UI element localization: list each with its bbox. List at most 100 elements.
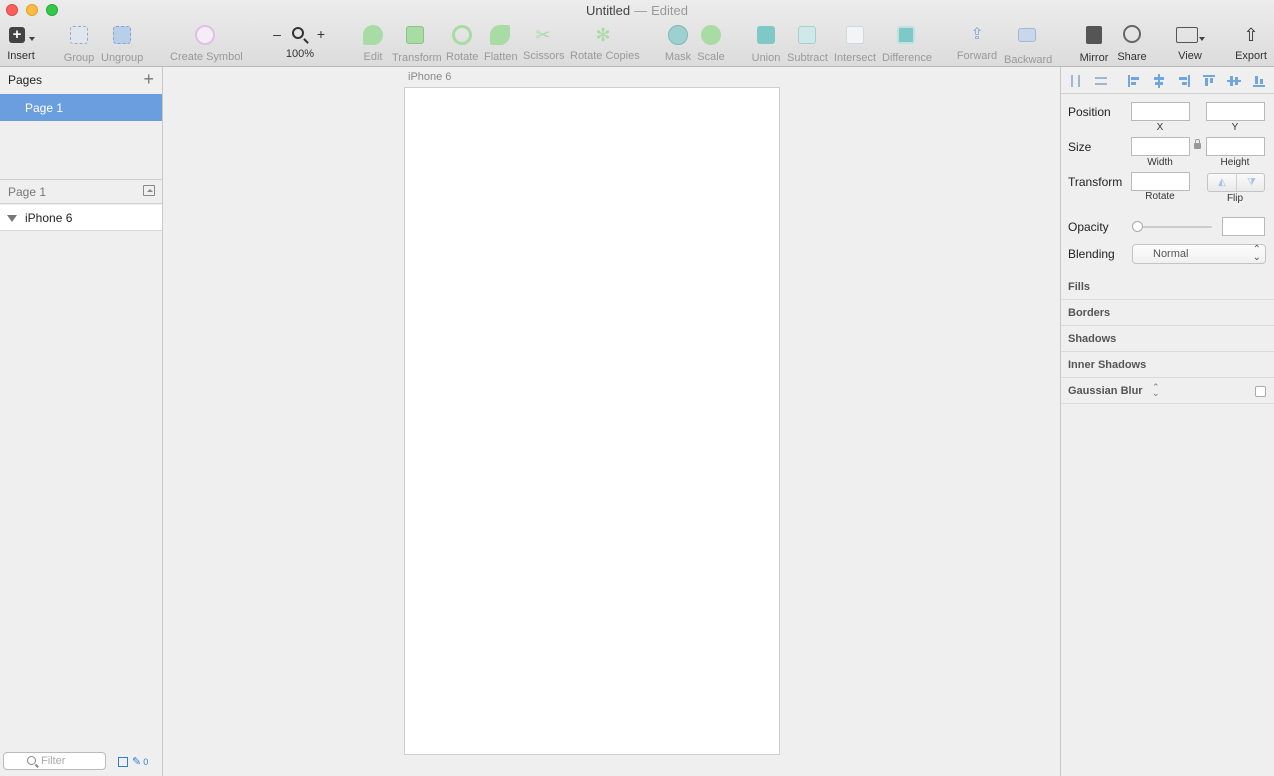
mirror-label: Mirror [1079,52,1109,64]
artboard-title[interactable]: iPhone 6 [408,71,451,83]
blending-select[interactable]: Normal ⌃ ⌄ [1132,244,1266,264]
difference-button[interactable]: Difference [882,24,932,64]
pen-filter-icon[interactable]: ✎ [132,755,141,768]
insert-button[interactable]: + Insert [7,24,35,62]
y-label: Y [1231,122,1239,133]
disclosure-triangle-icon[interactable] [7,215,17,222]
lock-icon[interactable] [1194,139,1201,149]
rotate-icon [446,25,478,47]
opacity-input[interactable] [1222,217,1265,236]
backward-button[interactable]: Backward [1004,24,1053,66]
create-symbol-button[interactable]: Create Symbol [170,24,243,63]
intersect-button[interactable]: Intersect [833,24,877,64]
export-button[interactable]: ⇧ Export [1234,24,1268,62]
align-bottom-icon[interactable] [1252,74,1266,88]
layers-sidebar: Pages + Page 1 Page 1 iPhone 6 Filter ✎ 0 [0,67,163,776]
export-label: Export [1235,50,1267,62]
align-top-icon[interactable] [1202,74,1216,88]
view-button[interactable]: View [1172,24,1208,62]
flip-horizontal-icon[interactable]: ◭ [1208,174,1237,191]
union-icon [751,26,781,48]
zoom-out-button[interactable]: – [272,26,282,42]
symbols-filter-icon[interactable] [118,757,128,768]
rotate-copies-button[interactable]: ✻ Rotate Copies [570,24,640,62]
backward-icon [1004,28,1050,50]
shadows-title: Shadows [1068,333,1117,345]
align-middle-vertical-icon[interactable] [1227,74,1241,88]
layer-item-label: iPhone 6 [25,211,73,225]
align-right-icon[interactable] [1177,74,1191,88]
mask-button[interactable]: Mask [664,24,692,63]
edit-label: Edit [363,51,383,63]
artboard[interactable] [404,87,780,755]
width-input[interactable] [1131,137,1190,156]
height-input[interactable] [1206,137,1265,156]
scissors-button[interactable]: ✂ Scissors [523,24,565,62]
gaussian-blur-section[interactable]: Gaussian Blur ⌃ ⌄ [1061,378,1274,404]
filter-input[interactable]: Filter [3,752,106,770]
zoom-in-icon: + [316,26,326,42]
document-name: Untitled [586,3,631,18]
position-label: Position [1068,105,1111,119]
layers-header: Page 1 [0,179,162,204]
mask-label: Mask [664,51,692,63]
borders-section[interactable]: Borders [1061,300,1274,326]
blur-type-arrows-icon[interactable]: ⌃ ⌄ [1152,383,1160,398]
pages-list [0,121,162,179]
intersect-label: Intersect [833,52,877,64]
filter-placeholder: Filter [41,755,66,767]
rotate-button[interactable]: Rotate [446,24,478,63]
shadows-section[interactable]: Shadows [1061,326,1274,352]
borders-title: Borders [1068,307,1111,319]
x-input[interactable] [1131,102,1190,121]
create-symbol-label: Create Symbol [170,51,243,63]
page-item[interactable]: Page 1 [0,94,162,121]
scale-button[interactable]: Scale [697,24,725,63]
align-center-horizontal-icon[interactable] [1152,74,1166,88]
ungroup-button[interactable]: Ungroup [101,24,143,64]
layer-item-artboard[interactable]: iPhone 6 [0,205,162,231]
pages-header: Pages + [0,67,162,94]
share-button[interactable]: Share [1116,24,1148,63]
opacity-label: Opacity [1068,220,1109,234]
subtract-label: Subtract [787,52,828,64]
fills-title: Fills [1068,281,1091,293]
distribute-vertical-icon[interactable] [1094,74,1108,88]
align-left-icon[interactable] [1127,74,1141,88]
inner-shadows-section[interactable]: Inner Shadows [1061,352,1274,378]
height-label: Height [1220,157,1250,168]
ungroup-label: Ungroup [101,52,144,64]
zoom-in-button[interactable]: + [316,26,326,42]
opacity-slider-knob[interactable] [1132,221,1143,232]
union-button[interactable]: Union [751,24,781,64]
ungroup-icon [101,26,143,48]
backward-label: Backward [1004,54,1053,66]
gaussian-blur-checkbox[interactable] [1255,386,1266,397]
share-label: Share [1117,51,1147,63]
canvas[interactable]: iPhone 6 [163,67,1060,776]
subtract-button[interactable]: Subtract [787,24,828,64]
rotate-copies-label: Rotate Copies [570,50,640,62]
flatten-button[interactable]: Flatten [484,24,518,63]
view-label: View [1178,50,1202,62]
flip-control: ◭ ⧩ [1207,173,1265,192]
fills-section[interactable]: Fills [1061,274,1274,300]
flip-vertical-icon[interactable]: ⧩ [1237,174,1266,191]
scissors-label: Scissors [523,50,565,62]
pages-title: Pages [8,73,43,87]
distribute-horizontal-icon[interactable] [1069,74,1083,88]
opacity-slider-track[interactable] [1132,226,1212,228]
forward-label: Forward [956,50,998,62]
edit-icon [361,25,385,47]
transform-button[interactable]: Transform [392,24,442,64]
collapse-pages-icon[interactable] [143,185,155,196]
group-button[interactable]: Group [63,24,95,64]
y-input[interactable] [1206,102,1265,121]
add-page-icon[interactable]: + [143,69,154,90]
rotate-input[interactable] [1131,172,1190,191]
zoom-level[interactable]: 100% [283,48,317,60]
mirror-button[interactable]: Mirror [1078,24,1110,64]
edit-button[interactable]: Edit [361,24,385,63]
flatten-label: Flatten [484,51,518,63]
forward-button[interactable]: ⇪ Forward [956,24,998,62]
